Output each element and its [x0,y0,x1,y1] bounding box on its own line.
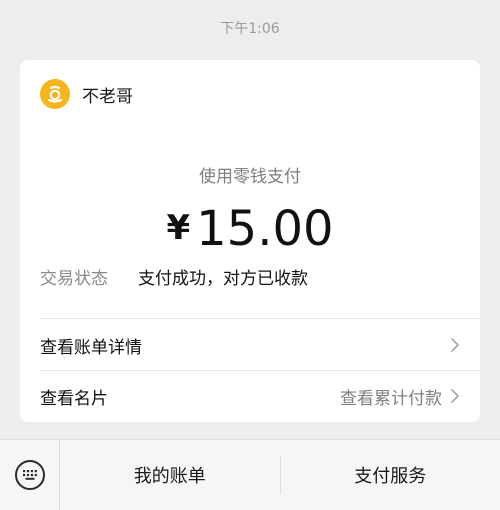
merchant-name: 不老哥 [82,82,133,107]
keyboard-toggle-button[interactable] [0,440,60,510]
merchant-logo-icon [40,79,70,109]
transaction-status-label: 交易状态 [40,264,138,289]
keyboard-icon [15,460,45,490]
bottom-menu-bar: 我的账单 支付服务 [0,439,500,510]
payment-method: 使用零钱支付 [20,162,480,187]
message-timestamp: 下午1:06 [0,18,500,38]
view-business-card-label: 查看名片 [40,384,108,409]
view-bill-details-row[interactable]: 查看账单详情 [40,320,460,370]
row-right: 查看累计付款 [340,384,460,409]
payment-amount: ¥15.00 [20,200,480,257]
merchant-header: 不老哥 [40,79,133,109]
view-business-card-row[interactable]: 查看名片 查看累计付款 [40,371,460,421]
my-bills-menu-button[interactable]: 我的账单 [60,440,280,510]
currency-symbol: ¥ [166,208,190,248]
view-cumulative-payments-text: 查看累计付款 [340,384,442,409]
view-bill-details-label: 查看账单详情 [40,333,142,358]
payment-card[interactable]: 不老哥 使用零钱支付 ¥15.00 交易状态 支付成功，对方已收款 查看账单详情… [20,60,480,422]
row-right [442,337,460,353]
payment-services-menu-button[interactable]: 支付服务 [281,440,500,510]
transaction-status-row: 交易状态 支付成功，对方已收款 [40,264,308,289]
transaction-status-value: 支付成功，对方已收款 [138,264,308,289]
amount-value: 15.00 [196,201,333,257]
divider [40,318,480,319]
chevron-right-icon [450,388,460,404]
chevron-right-icon [450,337,460,353]
